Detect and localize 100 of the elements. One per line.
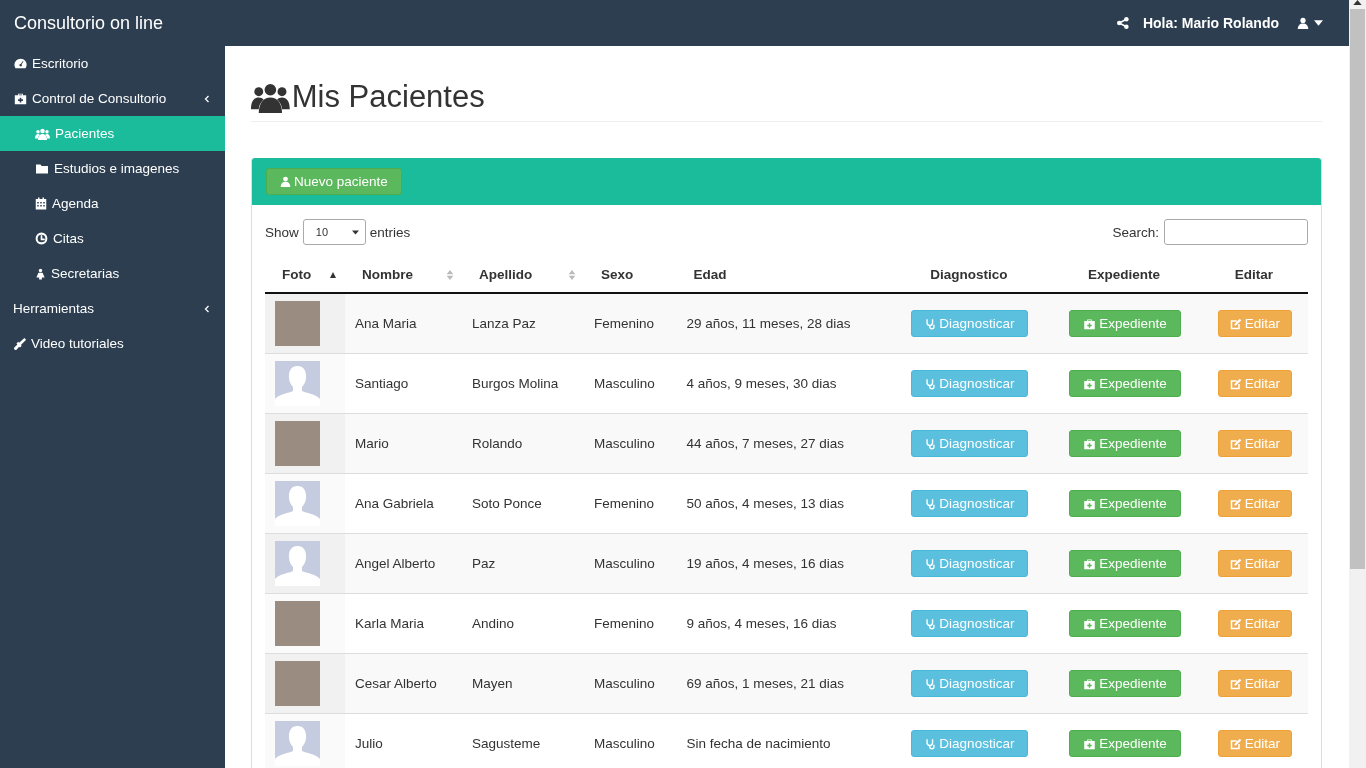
diagnose-button[interactable]: Diagnosticar (911, 670, 1029, 697)
diagnose-button[interactable]: Diagnosticar (911, 310, 1029, 337)
stethoscope-icon (925, 317, 937, 330)
table-cell: Ana Maria (344, 293, 462, 354)
show-label: Show (265, 224, 299, 240)
medical-kit-icon (1083, 377, 1097, 390)
user-greeting: Hola: Mario Rolando (1142, 15, 1279, 31)
sidebar-item[interactable]: Control de Consultorio (0, 81, 225, 116)
stethoscope-icon (925, 437, 937, 450)
edit-button[interactable]: Editar (1217, 430, 1293, 457)
medical-kit-icon (1083, 317, 1097, 330)
medical-kit-icon (1083, 617, 1097, 630)
table-cell: Paz (461, 533, 585, 594)
medical-kit-icon (1083, 437, 1097, 450)
table-cell: 69 años, 1 meses, 21 dias (676, 653, 890, 714)
table-cell: Mario (344, 413, 462, 474)
stethoscope-icon (925, 677, 937, 690)
table-cell: 29 años, 11 meses, 28 dias (676, 293, 890, 354)
photo-placeholder (275, 421, 320, 466)
record-button[interactable]: Expediente (1069, 550, 1181, 577)
medical-kit-icon (1083, 497, 1097, 510)
medical-kit-icon (1083, 677, 1097, 690)
record-button[interactable]: Expediente (1069, 310, 1181, 337)
edit-icon (1229, 437, 1242, 450)
record-button[interactable]: Expediente (1069, 610, 1181, 637)
edit-button[interactable]: Editar (1217, 610, 1293, 637)
record-button[interactable]: Expediente (1069, 730, 1181, 757)
table-cell: 44 años, 7 meses, 27 dias (676, 413, 890, 474)
record-button[interactable]: Expediente (1069, 490, 1181, 517)
sort-icon (445, 269, 454, 280)
sidebar-subitem[interactable]: Citas (0, 221, 225, 256)
sidebar-item[interactable]: Herramientas (0, 291, 225, 326)
search-field[interactable] (1164, 219, 1308, 245)
record-button[interactable]: Expediente (1069, 430, 1181, 457)
edit-icon (1229, 617, 1242, 630)
stethoscope-icon (925, 377, 937, 390)
stethoscope-icon (925, 737, 937, 750)
clock-icon (35, 232, 48, 245)
sidebar-subitem[interactable]: Estudios e imagenes (0, 151, 225, 186)
diagnose-button[interactable]: Diagnosticar (911, 730, 1029, 757)
record-button[interactable]: Expediente (1069, 370, 1181, 397)
arrow-up-icon (1353, 0, 1362, 5)
share-icon (1116, 17, 1129, 29)
table-cell: Sagusteme (461, 713, 585, 768)
sidebar-subitem[interactable]: Pacientes (0, 116, 225, 151)
sidebar-subitem[interactable]: Secretarias (0, 256, 225, 291)
diagnose-button[interactable]: Diagnosticar (911, 550, 1029, 577)
new-patient-button[interactable]: Nuevo paciente (266, 168, 402, 195)
table-cell: Lanza Paz (461, 293, 585, 354)
user-icon (1297, 17, 1309, 29)
edit-icon (1229, 737, 1242, 750)
user-icon (280, 176, 291, 187)
scrollbar-thumb[interactable] (1350, 9, 1365, 569)
record-button[interactable]: Expediente (1069, 670, 1181, 697)
edit-button[interactable]: Editar (1217, 550, 1293, 577)
edit-button[interactable]: Editar (1217, 310, 1293, 337)
sort-icon (568, 269, 577, 280)
stethoscope-icon (925, 497, 937, 510)
table-cell: Masculino (584, 533, 677, 594)
caret-icon (351, 229, 359, 235)
diagnose-button[interactable]: Diagnosticar (911, 610, 1029, 637)
table-cell: Julio (344, 713, 462, 768)
table-cell: Masculino (584, 413, 677, 474)
stethoscope-icon (925, 617, 937, 630)
photo-placeholder (275, 301, 320, 346)
chevron-icon (203, 93, 211, 104)
scrollbar[interactable] (1349, 0, 1366, 768)
page-size-select[interactable]: 10 (302, 219, 366, 245)
chevron-icon (203, 303, 211, 314)
folder-icon (35, 162, 49, 175)
edit-button[interactable]: Editar (1217, 730, 1293, 757)
photo-placeholder (275, 601, 320, 646)
sidebar-subitem[interactable]: Agenda (0, 186, 225, 221)
edit-button[interactable]: Editar (1217, 370, 1293, 397)
medical-kit-icon (1083, 557, 1097, 570)
photo-placeholder (275, 661, 320, 706)
edit-button[interactable]: Editar (1217, 670, 1293, 697)
edit-icon (1229, 317, 1242, 330)
stethoscope-icon (925, 557, 937, 570)
users-icon (251, 81, 290, 113)
medical-kit-icon (13, 92, 28, 105)
calendar-icon (35, 197, 47, 210)
edit-icon (1229, 557, 1242, 570)
edit-icon (1229, 497, 1242, 510)
table-cell: Masculino (584, 713, 677, 768)
table-cell: 19 años, 4 meses, 16 dias (676, 533, 890, 594)
app-title: Consultorio on line (14, 12, 164, 34)
sort-ascending-icon (328, 271, 337, 278)
table-cell: Sin fecha de nacimiento (676, 713, 890, 768)
diagnose-button[interactable]: Diagnosticar (911, 370, 1029, 397)
entries-label: entries (369, 224, 411, 240)
table-cell: Mayen (461, 653, 585, 714)
edit-button[interactable]: Editar (1217, 490, 1293, 517)
medical-kit-icon (1083, 737, 1097, 750)
table-cell: Femenino (584, 293, 677, 354)
search-label: Search: (1112, 224, 1159, 240)
sidebar-item[interactable]: Escritorio (0, 46, 225, 81)
diagnose-button[interactable]: Diagnosticar (911, 430, 1029, 457)
diagnose-button[interactable]: Diagnosticar (911, 490, 1029, 517)
sidebar-item[interactable]: Video tutoriales (0, 326, 225, 361)
